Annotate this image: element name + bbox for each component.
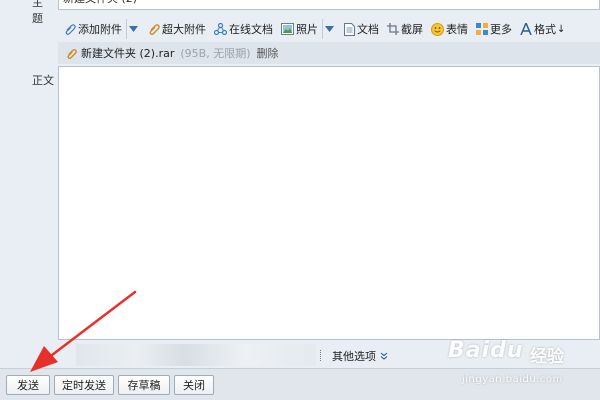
screenshot-button[interactable]: 截屏 [383,19,427,39]
chevron-down-icon [129,26,138,32]
font-format-icon [520,23,532,35]
photo-icon [281,23,294,35]
online-doc-button[interactable]: 在线文档 [210,19,277,39]
screenshot-crop-icon [387,23,399,35]
watermark-logo: Baidu [448,338,524,363]
blurred-region [76,344,316,366]
share-nodes-icon [214,23,227,35]
subject-row: 主题 新建文件夹 (2) [0,0,600,25]
attachment-meta: (95B, 无限期) [180,47,251,60]
send-button[interactable]: 发送 [6,375,50,395]
photo-label: 照片 [296,23,318,36]
attachment-name[interactable]: 新建文件夹 (2).rar [81,45,174,61]
document-icon [344,22,355,36]
save-draft-button[interactable]: 存草稿 [118,375,170,395]
attachment-row: 新建文件夹 (2).rar (95B, 无限期) 删除 [58,42,600,64]
baidu-watermark: Baidu 经验 jingyan.baidu.com [448,338,596,394]
large-attachment-label: 超大附件 [162,23,206,36]
close-button[interactable]: 关闭 [174,375,214,395]
emoji-button[interactable]: 表情 [427,19,472,39]
large-attachment-button[interactable]: 超大附件 [144,19,210,39]
paperclip-gold-icon [149,24,160,35]
format-label: 格式 [534,23,556,36]
double-chevron-down-icon [380,352,388,360]
emoji-label: 表情 [446,23,468,36]
body-editor[interactable] [58,66,600,340]
timed-send-button[interactable]: 定时发送 [54,375,114,395]
more-grid-icon [476,23,488,35]
document-button[interactable]: 文档 [340,19,383,39]
body-label: 正文 [32,74,54,87]
paperclip-icon [67,48,77,59]
add-attachment-label: 添加附件 [78,23,122,36]
screenshot-label: 截屏 [401,23,423,36]
chevron-down-icon [325,26,334,32]
attachment-delete-link[interactable]: 删除 [257,45,279,61]
document-label: 文档 [357,23,379,36]
online-doc-label: 在线文档 [229,23,273,36]
smiley-icon [431,22,444,36]
add-attachment-dropdown[interactable] [126,19,140,39]
more-button[interactable]: 更多 [472,19,516,39]
other-options-label: 其他选项 [332,350,376,363]
subject-label: 主题 [32,0,43,25]
watermark-url: jingyan.baidu.com [462,374,563,385]
photo-button[interactable]: 照片 [277,19,322,39]
add-attachment-button[interactable]: 添加附件 [60,19,126,39]
watermark-cn: 经验 [530,347,564,367]
format-arrow-icon: ↓ [557,23,566,35]
more-label: 更多 [490,23,512,36]
other-options-toggle[interactable]: 其他选项 [332,348,388,364]
photo-dropdown[interactable] [322,19,336,39]
subject-input[interactable]: 新建文件夹 (2) [58,0,600,10]
paperclip-icon [65,24,76,35]
compose-toolbar: 添加附件 超大附件 在线文档 照片 文档 截屏 表情 更多 格式 ↓ [58,18,600,40]
format-button[interactable]: 格式 ↓ [516,19,569,39]
options-separator [320,350,321,361]
